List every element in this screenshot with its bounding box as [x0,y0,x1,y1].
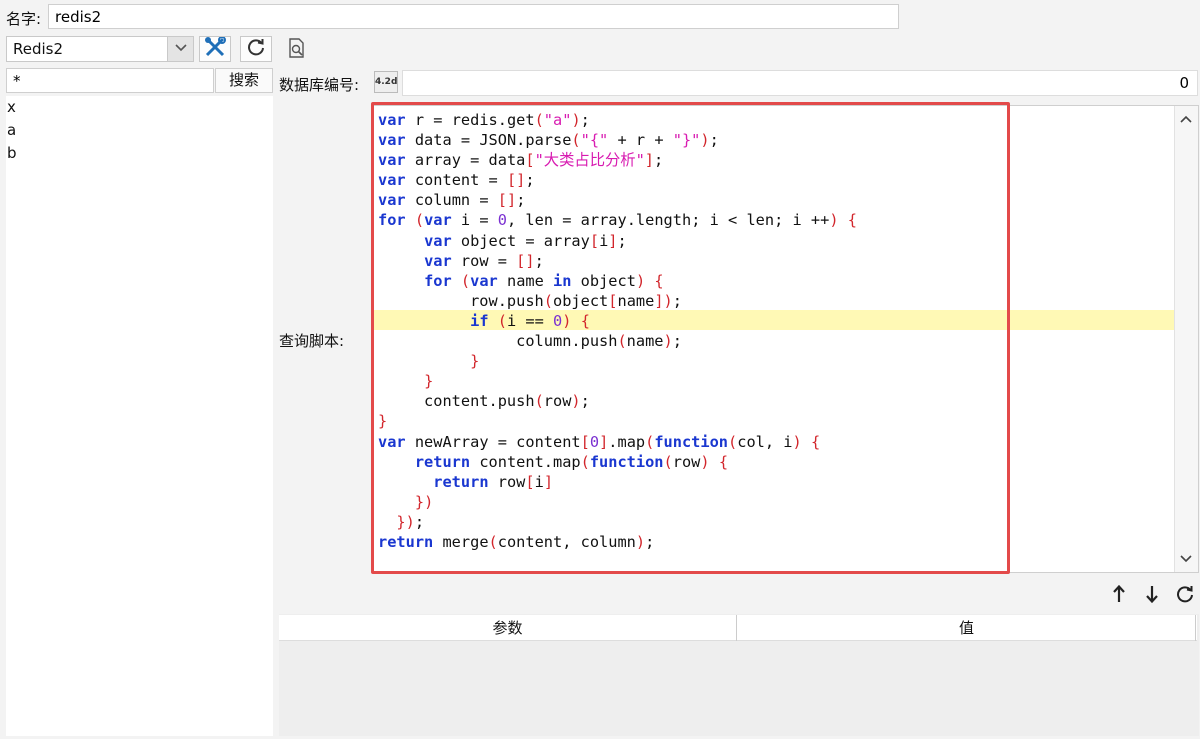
key-list: x a b [6,96,273,736]
connection-select-value: Redis2 [13,40,64,58]
params-table-header: 参数 值 [279,615,1197,641]
connection-select[interactable]: Redis2 [6,36,194,62]
db-number-input[interactable] [402,70,1198,96]
tools-button[interactable] [199,36,231,62]
highlight-frame [371,102,1010,574]
reload-button[interactable] [1171,583,1199,609]
column-header-value[interactable]: 值 [738,615,1196,641]
column-header-param[interactable]: 参数 [279,615,737,641]
move-down-button[interactable] [1138,583,1166,609]
key-item[interactable]: a [6,119,273,142]
script-label: 查询脚本: [279,332,345,350]
move-up-button[interactable] [1105,583,1133,609]
db-number-icon[interactable]: 4.2d [374,71,398,93]
chevron-down-icon[interactable] [167,37,193,61]
search-button[interactable]: 搜索 [215,68,273,93]
scroll-down-icon[interactable] [1180,552,1192,566]
reload-icon [1176,585,1194,607]
name-label: 名字: [6,10,42,28]
arrow-down-icon [1145,585,1159,607]
arrow-up-icon [1112,584,1126,607]
key-item[interactable]: b [6,142,273,165]
key-item[interactable]: x [6,96,273,119]
editor-scrollbar[interactable] [1174,106,1198,572]
key-filter-input[interactable] [6,68,214,93]
refresh-icon [247,38,265,60]
wrench-screwdriver-icon [204,36,226,61]
name-input[interactable] [48,4,899,29]
inspect-button[interactable] [284,38,310,62]
refresh-button[interactable] [240,36,272,62]
db-number-label: 数据库编号: [279,76,360,94]
document-search-icon [288,38,306,62]
params-table: 参数 值 [279,614,1199,736]
scroll-up-icon[interactable] [1180,112,1192,126]
